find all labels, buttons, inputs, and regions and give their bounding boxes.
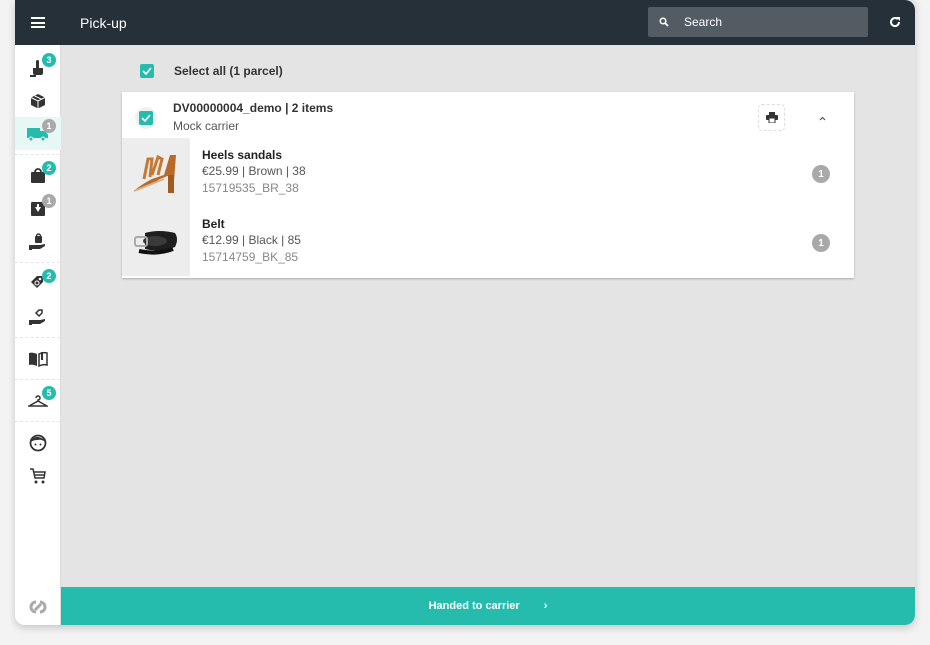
check-icon (141, 114, 151, 122)
cart-icon (30, 467, 46, 483)
item-name: Belt (202, 217, 225, 231)
page-title: Pick-up (80, 14, 127, 31)
printer-icon (765, 112, 778, 123)
item-info: Belt €12.99 | Black | 85 15714759_BK_85 (202, 207, 301, 276)
item-info: Heels sandals €25.99 | Brown | 38 157195… (202, 138, 306, 207)
parcel-carrier: Mock carrier (173, 119, 240, 133)
sidebar-item-cart[interactable] (15, 459, 61, 492)
box-icon (30, 93, 46, 108)
sidebar-item-ship[interactable]: 1 (15, 117, 61, 150)
sidebar-item-click-collect[interactable]: 2 (15, 159, 61, 192)
sidebar-divider (15, 154, 60, 155)
book-icon (29, 351, 48, 367)
parcel-title: DV00000004_demo | 2 items (173, 101, 334, 115)
item-quantity-badge: 1 (812, 165, 830, 183)
search-input[interactable] (684, 15, 854, 29)
hand-tag-icon (29, 308, 45, 325)
sidebar-item-handover-tag[interactable] (15, 300, 61, 333)
footer-action-label: Handed to carrier (428, 600, 520, 612)
print-button[interactable] (758, 104, 785, 131)
sidebar-item-pick[interactable]: 3 (15, 51, 61, 84)
customer-face-icon (29, 434, 47, 451)
item-meta: €12.99 | Black | 85 (202, 233, 301, 247)
top-bar: Pick-up (15, 0, 915, 45)
belt-image (122, 207, 190, 276)
parcel-checkbox-wrap (135, 107, 157, 129)
badge: 3 (42, 53, 56, 67)
sidebar-item-receive[interactable]: 1 (15, 192, 61, 225)
check-icon (142, 67, 152, 75)
parcel-item[interactable]: Belt €12.99 | Black | 85 15714759_BK_85 … (122, 207, 854, 276)
search-icon (659, 17, 669, 27)
item-sku: 15714759_BK_85 (202, 250, 299, 264)
select-all-row[interactable]: Select all (1 parcel) (140, 64, 283, 78)
app-window: Pick-up 3 1 2 1 (15, 0, 915, 625)
sidebar-item-pack[interactable] (15, 84, 61, 117)
parcel-item[interactable]: Heels sandals €25.99 | Brown | 38 157195… (122, 138, 854, 207)
parcel-checkbox[interactable] (139, 111, 153, 125)
select-all-label: Select all (1 parcel) (174, 64, 283, 78)
chevron-up-icon (819, 116, 825, 120)
refresh-button[interactable] (887, 14, 903, 30)
sidebar-item-handover-bag[interactable] (15, 225, 61, 258)
sidebar-item-hanger[interactable]: 5 (15, 384, 61, 417)
sidebar: 3 1 2 1 2 5 (15, 45, 61, 625)
parcel-card: DV00000004_demo | 2 items Mock carrier H… (122, 92, 854, 278)
badge: 1 (42, 119, 56, 133)
sidebar-divider (15, 337, 60, 338)
refresh-icon (890, 17, 901, 28)
main-content: Select all (1 parcel) DV00000004_demo | … (62, 45, 915, 587)
item-meta: €25.99 | Brown | 38 (202, 164, 306, 178)
parcel-header: DV00000004_demo | 2 items Mock carrier (122, 92, 854, 138)
badge: 1 (42, 194, 56, 208)
handed-to-carrier-button[interactable]: Handed to carrier › (61, 587, 915, 625)
hand-bag-icon (29, 232, 45, 250)
badge: 2 (42, 269, 56, 283)
sidebar-divider (15, 421, 60, 422)
menu-button[interactable] (15, 0, 61, 45)
badge: 2 (42, 161, 56, 175)
hamburger-menu-icon (31, 17, 45, 28)
search-box[interactable] (648, 7, 868, 37)
sidebar-item-catalog[interactable] (15, 342, 61, 375)
sidebar-item-customer[interactable] (15, 426, 61, 459)
brand-logo (15, 595, 61, 619)
sidebar-divider (15, 379, 60, 380)
sidebar-divider (15, 262, 60, 263)
collapse-button[interactable] (812, 108, 832, 128)
heels-sandals-image (122, 138, 190, 207)
brand-logo-icon (29, 600, 47, 614)
badge: 5 (42, 386, 56, 400)
item-sku: 15719535_BR_38 (202, 181, 299, 195)
select-all-checkbox[interactable] (140, 64, 154, 78)
chevron-right-icon: › (543, 600, 548, 612)
sidebar-item-returns[interactable]: 2 (15, 267, 61, 300)
item-quantity-badge: 1 (812, 234, 830, 252)
item-name: Heels sandals (202, 148, 283, 162)
